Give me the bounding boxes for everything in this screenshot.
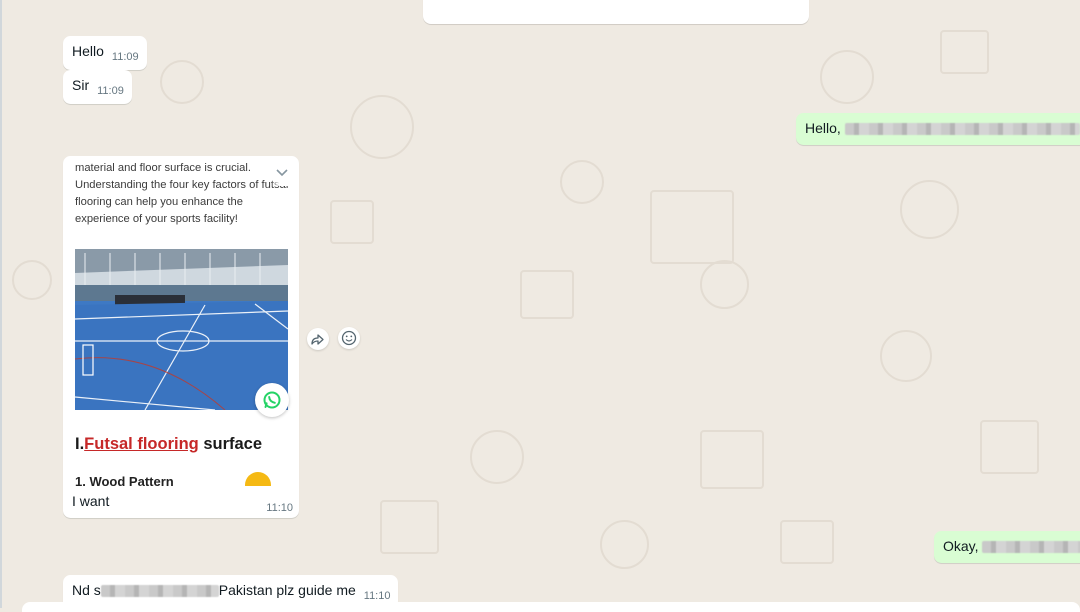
emoji-icon[interactable] xyxy=(338,327,360,349)
message-bubble-incoming[interactable]: Hello 11:09 xyxy=(63,36,147,70)
card-heading: I.Futsal flooring surface xyxy=(75,435,262,454)
message-text: Hello xyxy=(72,43,104,59)
futsal-court-image[interactable] xyxy=(75,249,288,410)
message-text: Hello, xyxy=(805,120,841,136)
message-text: Sir xyxy=(72,77,90,93)
card-subheading: 1. Wood Pattern xyxy=(75,474,174,486)
emoji-icon xyxy=(245,472,271,486)
message-text: I want xyxy=(72,493,110,509)
message-text: Okay, xyxy=(943,538,979,554)
composer-panel-edge xyxy=(22,602,1080,612)
forward-icon[interactable] xyxy=(307,328,329,350)
message-bubble-incoming[interactable]: Sir 11:09 xyxy=(63,70,132,104)
whatsapp-icon[interactable] xyxy=(255,383,289,417)
previous-message-card[interactable] xyxy=(423,0,809,24)
heading-prefix: I. xyxy=(75,435,85,453)
message-time: 11:10 xyxy=(363,590,391,602)
message-text-suffix: Pakistan plz guide me xyxy=(218,582,356,598)
message-text-prefix: Nd s xyxy=(72,582,101,598)
message-time: 11:10 xyxy=(266,502,293,514)
heading-suffix: surface xyxy=(198,435,263,453)
message-card-incoming[interactable]: material and floor surface is crucial. U… xyxy=(63,156,299,518)
futsal-flooring-link[interactable]: Futsal flooring xyxy=(84,435,199,453)
redacted-text xyxy=(100,585,219,598)
message-bubble-outgoing[interactable]: Hello, xyxy=(796,113,1080,145)
message-bubble-outgoing[interactable]: Okay, xyxy=(934,531,1080,563)
message-time: 11:09 xyxy=(97,85,124,97)
redacted-text xyxy=(982,541,1080,554)
redacted-text xyxy=(844,123,1080,136)
chevron-down-icon[interactable] xyxy=(271,166,293,186)
card-description: material and floor surface is crucial. U… xyxy=(75,162,289,225)
message-time: 11:09 xyxy=(111,51,139,63)
panel-divider xyxy=(0,0,2,608)
